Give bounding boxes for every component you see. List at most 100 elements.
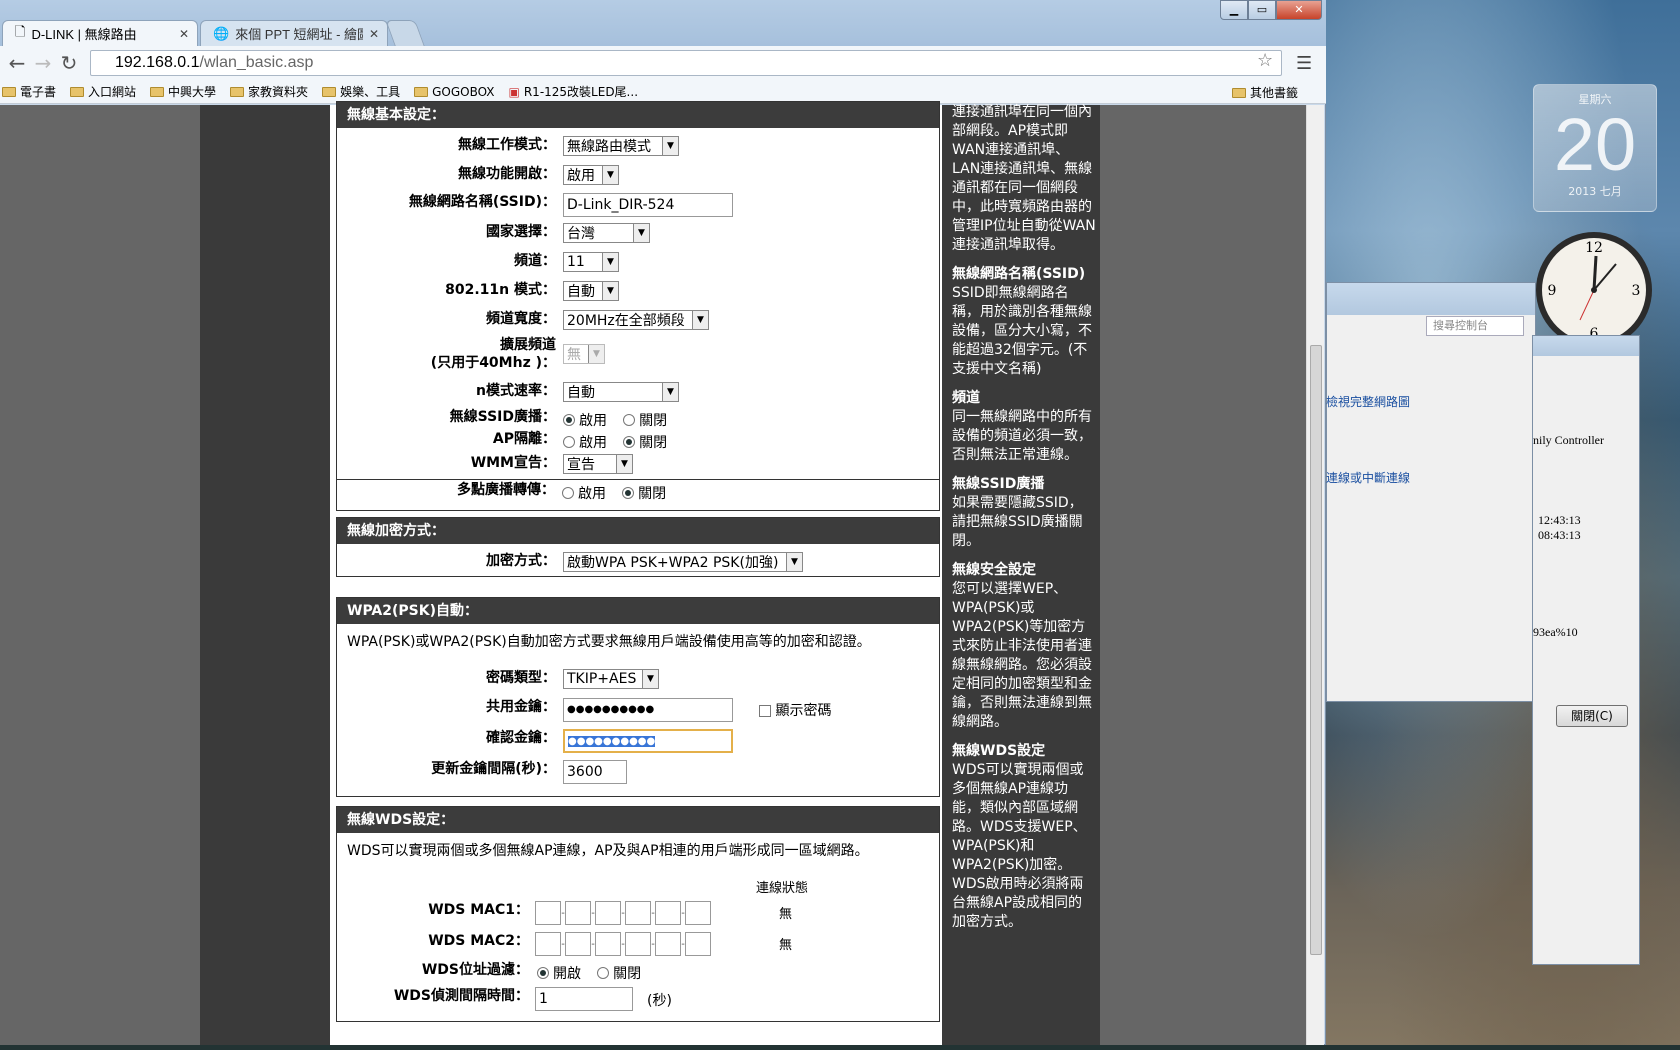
control-panel-window[interactable] (1326, 282, 1536, 702)
wds-filter-on-radio[interactable]: 開啟 (537, 963, 581, 983)
bookmark-folder[interactable]: 電子書 (2, 83, 56, 100)
country-select[interactable]: 台灣 ▼ (563, 223, 650, 243)
network-status-titlebar[interactable] (1533, 336, 1639, 356)
show-password-checkbox[interactable] (759, 705, 771, 717)
mac-octet-input[interactable] (655, 932, 681, 956)
confirm-psk-input[interactable]: ●●●●●●●●●● (563, 729, 733, 753)
bookmark-folder[interactable]: 娛樂、工具 (322, 83, 400, 100)
close-icon[interactable]: ✕ (179, 27, 189, 41)
mac1-status: 無 (779, 907, 793, 922)
n-mode-select[interactable]: 自動 ▼ (563, 281, 619, 301)
isolation-disable-radio[interactable]: 關閉 (623, 432, 667, 452)
ssid-broadcast-row: 無線SSID廣播： 啟用 關閉 (337, 408, 941, 432)
n-rate-row: n模式速率： 自動 ▼ (337, 382, 941, 406)
tab-ppt[interactable]: 🌐 來個 PPT 短網址 - 繪圖剪 ✕ (200, 20, 388, 46)
broadcast-disable-radio[interactable]: 關閉 (623, 410, 667, 430)
isolation-enable-radio[interactable]: 啟用 (563, 432, 607, 452)
calendar-gadget[interactable]: 星期六 20 2013 七月 (1533, 84, 1657, 212)
view-network-map-link[interactable]: 檢視完整網路圖 (1326, 393, 1410, 410)
mac-octet-input[interactable] (595, 932, 621, 956)
minimize-button[interactable]: ▁ (1220, 0, 1248, 20)
mode-row: 無線工作模式： 無線路由模式 ▼ (337, 136, 941, 160)
field-label: 加密方式： (486, 553, 556, 569)
control-panel-titlebar[interactable] (1327, 283, 1535, 315)
bookmark-folder[interactable]: 家教資料夾 (230, 83, 308, 100)
lease-time-2: 08:43:13 (1538, 528, 1581, 542)
page-viewport: 無線基本設定： 無線工作模式： 無線路由模式 ▼ 無線功能開啟： 啟用 ▼ 無線網路… (0, 101, 1306, 1045)
mac-octet-input[interactable] (625, 901, 651, 925)
bookmark-label: 家教資料夾 (248, 85, 309, 99)
address-bar[interactable]: 192.168.0.1/wlan_basic.asp (90, 50, 1282, 76)
site-icon: 🌐 (213, 25, 230, 41)
connect-disconnect-link[interactable]: 連線或中斷連線 (1326, 469, 1410, 486)
cipher-select[interactable]: TKIP+AES ▼ (563, 669, 659, 689)
select-value: 台灣 (567, 226, 595, 242)
wds-mac1-row: WDS MAC1： ----- 無 (337, 901, 941, 925)
folder-icon (2, 86, 16, 97)
wds-mac2-input[interactable]: ----- (535, 932, 711, 956)
wds-filter-row: WDS位址過濾： 開啟 關閉 (337, 961, 941, 985)
bookmark-label: 電子書 (20, 85, 57, 99)
bookmark-folder[interactable]: 入口網站 (70, 83, 136, 100)
wds-description: WDS可以實現兩個或多個無線AP連線，AP及與AP相連的用戶端形成同一區域網路。 (347, 843, 869, 859)
network-status-window[interactable] (1532, 335, 1640, 965)
control-panel-search[interactable]: 搜尋控制台 (1426, 316, 1524, 336)
show-password-toggle[interactable]: 顯示密碼 (759, 700, 831, 720)
field-label: 無線SSID廣播： (449, 409, 556, 425)
channel-select[interactable]: 11 ▼ (563, 252, 619, 272)
radio-label: 關閉 (639, 413, 668, 429)
vertical-scrollbar[interactable] (1306, 105, 1324, 1045)
tab-dlink[interactable]: 🗋 D-LINK | 無線路由 ✕ (2, 20, 198, 46)
help-text: 連接通訊埠在同一個內部網段。AP模式即WAN連接通訊埠、LAN連接通訊埠、無線通… (952, 104, 1096, 253)
mac-octet-input[interactable] (535, 932, 561, 956)
close-icon[interactable]: ✕ (369, 27, 379, 41)
select-value: 11 (567, 254, 585, 270)
bandwidth-select[interactable]: 20MHz在全部頻段 ▼ (563, 310, 709, 330)
close-window-button[interactable]: ✕ (1276, 0, 1322, 20)
wds-filter-off-radio[interactable]: 關閉 (597, 963, 641, 983)
close-dialog-button[interactable]: 關閉(C) (1556, 705, 1628, 727)
security-method-select[interactable]: 啟動WPA PSK+WPA2 PSK(加強) ▼ (563, 552, 803, 572)
select-value: TKIP+AES (567, 671, 637, 687)
forward-arrow-icon[interactable]: → (30, 50, 56, 76)
wmm-select[interactable]: 宣告 ▼ (563, 454, 633, 474)
field-label: (只用于40Mhz )： (430, 355, 556, 371)
wds-mac1-input[interactable]: ----- (535, 901, 711, 925)
mac-octet-input[interactable] (565, 901, 591, 925)
ssid-input[interactable]: D-Link_DIR-524 (563, 193, 733, 217)
psk-input[interactable]: ●●●●●●●●●● (563, 698, 733, 722)
mac-octet-input[interactable] (625, 932, 651, 956)
mac-octet-input[interactable] (685, 901, 711, 925)
enable-select[interactable]: 啟用 ▼ (563, 165, 619, 185)
mac-octet-input[interactable] (595, 901, 621, 925)
bookmark-star-icon[interactable]: ☆ (1257, 50, 1273, 71)
ext-channel-select[interactable]: 無 ▼ (563, 344, 605, 364)
mac-octet-input[interactable] (565, 932, 591, 956)
mac-octet-input[interactable] (685, 932, 711, 956)
bookmark-folder[interactable]: 中興大學 (150, 83, 216, 100)
new-tab-button[interactable] (385, 20, 425, 46)
other-bookmarks[interactable]: 其他書籤 (1231, 84, 1298, 101)
radio-dot (537, 967, 549, 979)
clock-gadget[interactable]: 12 3 6 9 (1532, 228, 1656, 352)
wds-detect-input[interactable]: 1 (535, 987, 633, 1011)
adapter-name: nily Controller (1533, 433, 1604, 447)
field-label: WDS MAC2： (428, 933, 529, 949)
bookmark-folder[interactable]: GOGOBOX (414, 85, 495, 99)
rekey-interval-input[interactable]: 3600 (563, 760, 627, 784)
mode-select[interactable]: 無線路由模式 ▼ (563, 136, 679, 156)
back-arrow-icon[interactable]: ← (4, 50, 30, 76)
page-icon: 🗋 (15, 23, 26, 39)
menu-icon[interactable]: ☰ (1296, 53, 1312, 74)
tab-title: D-LINK | 無線路由 (31, 27, 137, 42)
n-rate-select[interactable]: 自動 ▼ (563, 382, 679, 402)
bookmark-link[interactable]: ▣ R1-125改裝LED尾... (509, 83, 639, 100)
scrollbar-thumb[interactable] (1310, 345, 1322, 955)
connection-status-header: 連線狀態 (756, 881, 809, 896)
maximize-button[interactable]: ▭ (1248, 0, 1276, 20)
help-title: 無線WDS設定 (952, 743, 1046, 759)
broadcast-enable-radio[interactable]: 啟用 (563, 410, 607, 430)
mac-octet-input[interactable] (535, 901, 561, 925)
mac-octet-input[interactable] (655, 901, 681, 925)
reload-icon[interactable]: ↻ (56, 50, 82, 76)
